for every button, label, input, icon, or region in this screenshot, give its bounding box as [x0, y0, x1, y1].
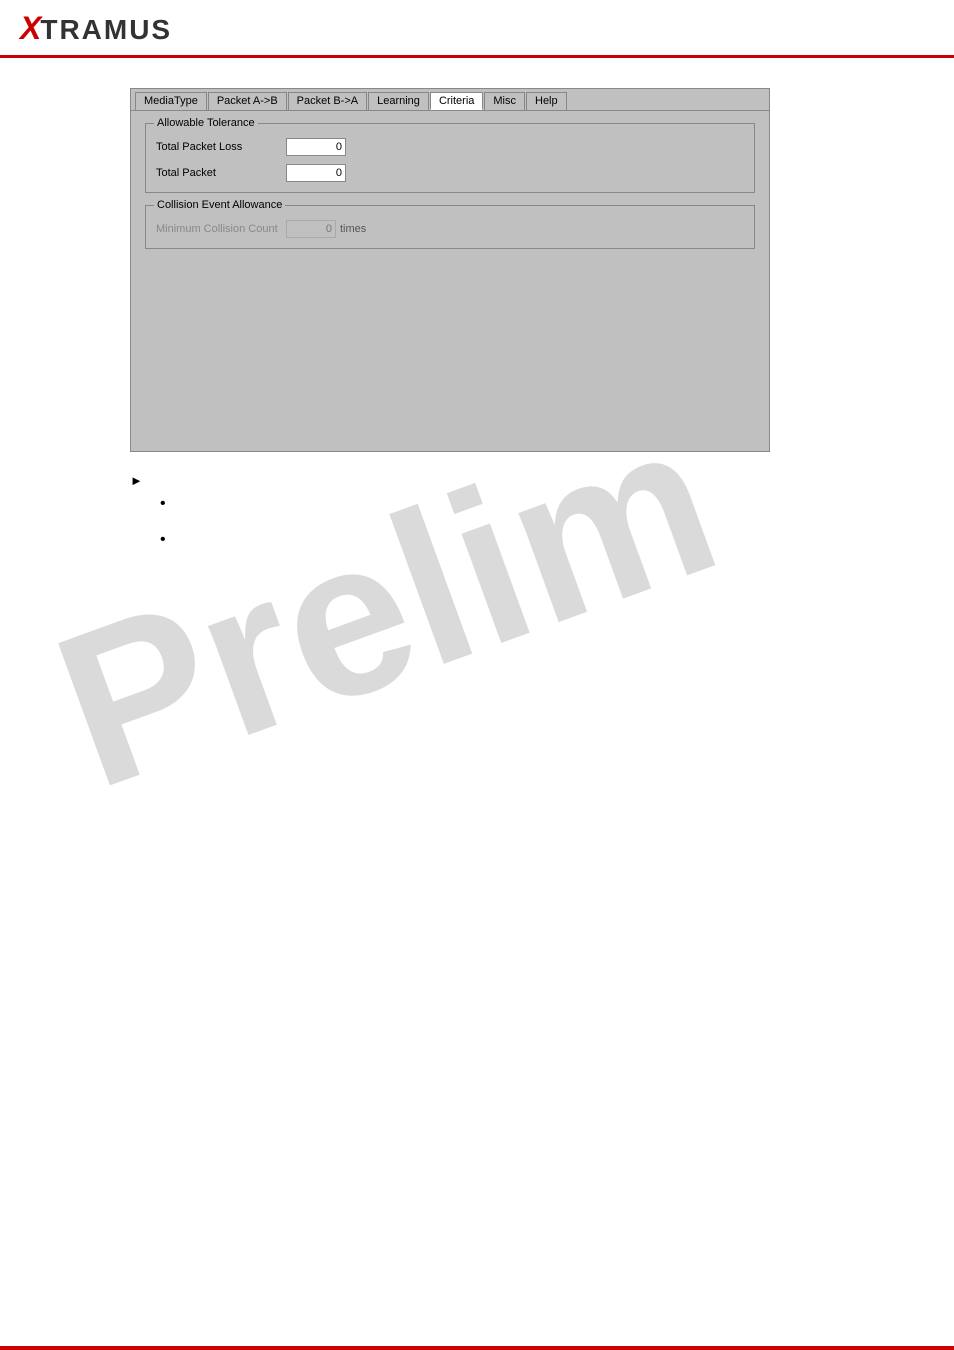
- total-packet-row: Total Packet: [156, 164, 744, 182]
- tab-panel: MediaType Packet A->B Packet B->A Learni…: [130, 88, 770, 452]
- minimum-collision-input[interactable]: [286, 220, 336, 238]
- allowable-tolerance-group: Allowable Tolerance Total Packet Loss To…: [145, 123, 755, 193]
- bullet-list: • •: [160, 496, 934, 548]
- minimum-collision-label: Minimum Collision Count: [156, 223, 286, 235]
- footer-line: [0, 1346, 954, 1350]
- total-packet-loss-input[interactable]: [286, 138, 346, 156]
- tab-criteria[interactable]: Criteria: [430, 92, 483, 110]
- bullet-item-1: •: [160, 496, 934, 512]
- tab-learning[interactable]: Learning: [368, 92, 429, 110]
- collision-event-title: Collision Event Allowance: [154, 199, 285, 211]
- criteria-tab-content: Allowable Tolerance Total Packet Loss To…: [131, 111, 769, 451]
- main-content: MediaType Packet A->B Packet B->A Learni…: [0, 58, 954, 588]
- collision-event-group: Collision Event Allowance Minimum Collis…: [145, 205, 755, 249]
- tab-mediatype[interactable]: MediaType: [135, 92, 207, 110]
- total-packet-label: Total Packet: [156, 167, 286, 179]
- minimum-collision-row: Minimum Collision Count times: [156, 220, 744, 238]
- bullet-item-2: •: [160, 532, 934, 548]
- arrow-icon: ►: [130, 473, 143, 488]
- logo: XTRAMUS: [20, 10, 172, 47]
- times-unit: times: [340, 223, 366, 235]
- tab-help[interactable]: Help: [526, 92, 567, 110]
- total-packet-loss-row: Total Packet Loss: [156, 138, 744, 156]
- bullet-icon-1: •: [160, 496, 166, 512]
- total-packet-loss-label: Total Packet Loss: [156, 141, 286, 153]
- tab-misc[interactable]: Misc: [484, 92, 525, 110]
- logo-tramus: TRAMUS: [40, 14, 172, 45]
- allowable-tolerance-title: Allowable Tolerance: [154, 117, 258, 129]
- logo-x: X: [20, 10, 40, 46]
- tab-packet-ab[interactable]: Packet A->B: [208, 92, 287, 110]
- tab-packet-ba[interactable]: Packet B->A: [288, 92, 367, 110]
- bullet-icon-2: •: [160, 532, 166, 548]
- notes-section: ► • •: [130, 472, 934, 548]
- tab-bar: MediaType Packet A->B Packet B->A Learni…: [131, 89, 769, 111]
- arrow-item: ►: [130, 472, 934, 488]
- total-packet-input[interactable]: [286, 164, 346, 182]
- header: XTRAMUS: [0, 0, 954, 58]
